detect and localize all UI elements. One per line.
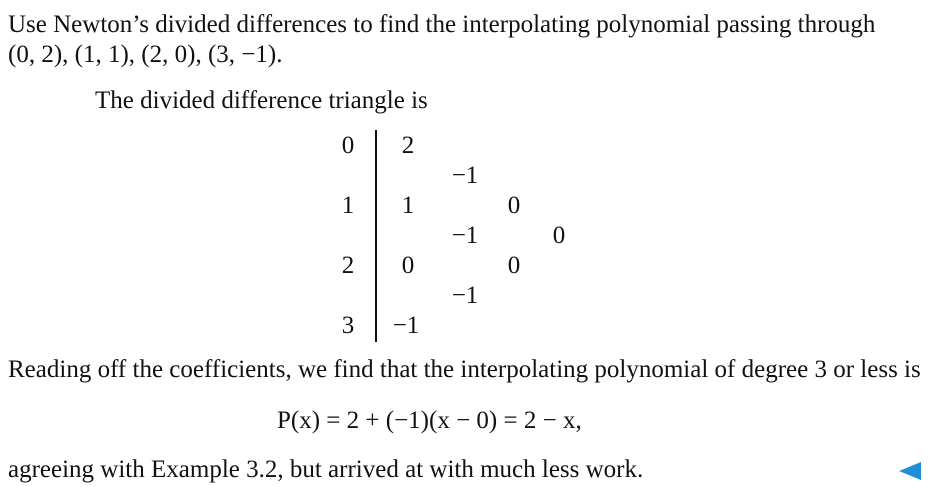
f-value: 1: [401, 192, 415, 219]
x-value: 2: [341, 252, 355, 279]
third-difference: 0: [552, 222, 566, 249]
x-value: 0: [341, 132, 355, 159]
x-value: 1: [341, 192, 355, 219]
x-value: 3: [341, 312, 355, 339]
closing-text: agreeing with Example 3.2, but arrived a…: [8, 456, 644, 483]
f-value: 2: [401, 132, 415, 159]
second-difference: 0: [507, 192, 521, 219]
conclusion-text: Reading off the coefficients, we find th…: [8, 356, 921, 383]
first-difference: −1: [451, 222, 479, 249]
polynomial-equation: P(x) = 2 + (−1)(x − 0) = 2 − x,: [277, 407, 582, 434]
problem-line-1: Use Newton’s divided differences to find…: [8, 11, 876, 38]
second-difference: 0: [507, 252, 521, 279]
f-value: −1: [392, 312, 420, 339]
f-value: 0: [401, 252, 415, 279]
triangle-left-icon: [899, 462, 921, 480]
table-divider: [375, 130, 377, 342]
intro-text: The divided difference triangle is: [95, 87, 428, 114]
first-difference: −1: [451, 282, 479, 309]
problem-line-2: (0, 2), (1, 1), (2, 0), (3, −1).: [8, 41, 283, 68]
first-difference: −1: [451, 162, 479, 189]
